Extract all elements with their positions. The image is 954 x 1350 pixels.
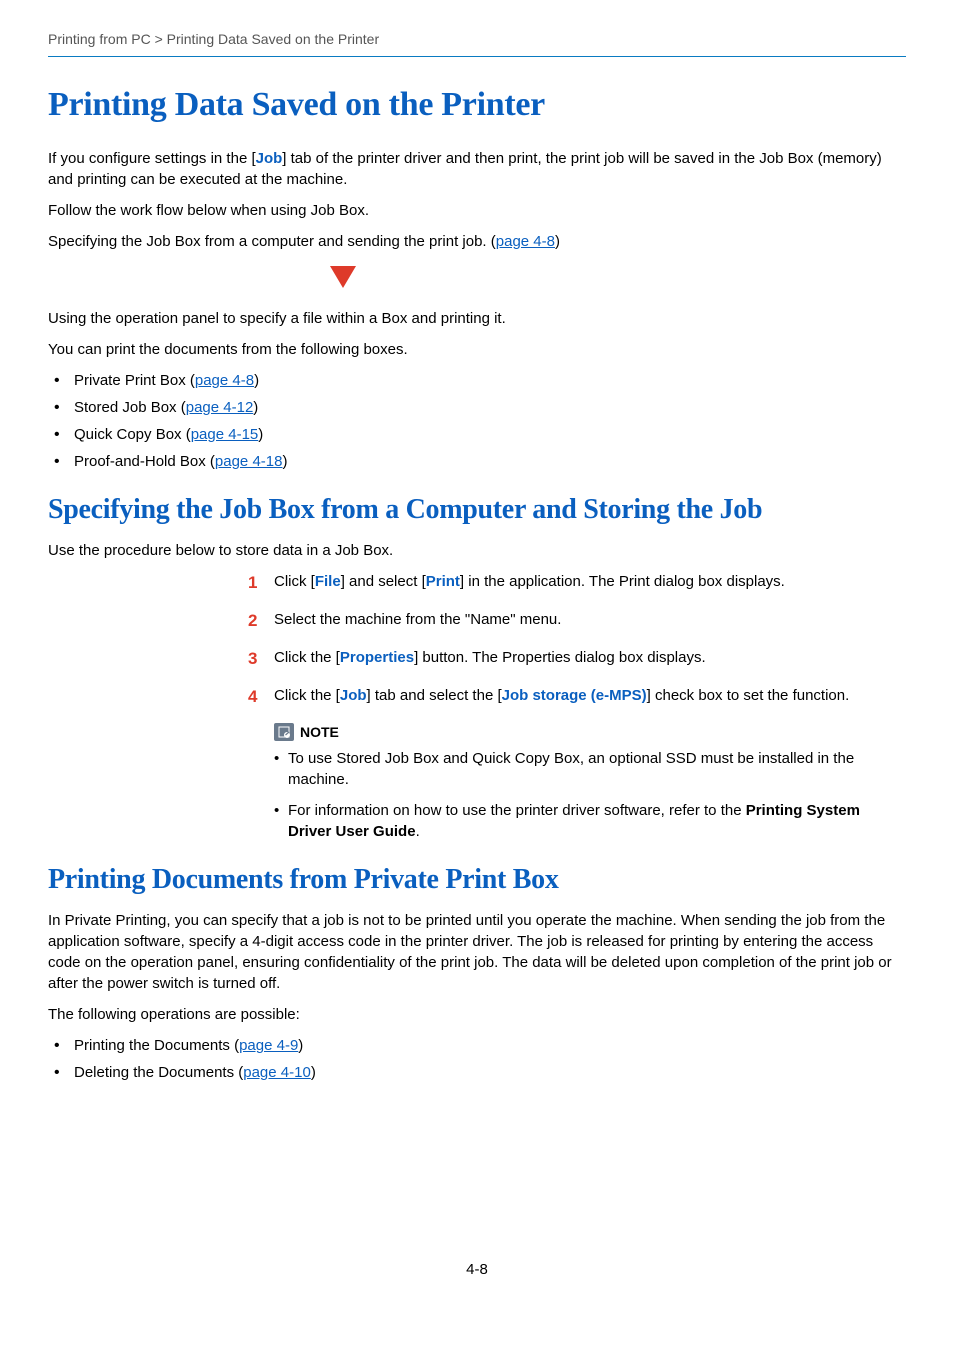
- step-number: 3: [248, 647, 274, 671]
- list-item: Deleting the Documents (page 4-10): [48, 1062, 906, 1083]
- step-number: 2: [248, 609, 274, 633]
- private-print-para: In Private Printing, you can specify tha…: [48, 910, 906, 994]
- file-label: File: [315, 573, 341, 590]
- step-2: 2 Select the machine from the "Name" men…: [248, 609, 906, 633]
- intro-para-1: If you configure settings in the [Job] t…: [48, 148, 906, 190]
- link-stored-job[interactable]: page 4-12: [186, 399, 254, 416]
- list-item: Private Print Box (page 4-8): [48, 370, 906, 391]
- page-title: Printing Data Saved on the Printer: [48, 81, 906, 129]
- intro-para-2: Follow the work flow below when using Jo…: [48, 200, 906, 221]
- link-quick-copy[interactable]: page 4-15: [191, 426, 259, 443]
- intro-para-5: You can print the documents from the fol…: [48, 339, 906, 360]
- link-private-print[interactable]: page 4-8: [195, 372, 254, 389]
- step-4: 4 Click the [Job] tab and select the [Jo…: [248, 685, 906, 709]
- list-item: Proof-and-Hold Box (page 4-18): [48, 451, 906, 472]
- list-item: Stored Job Box (page 4-12): [48, 397, 906, 418]
- job-tab-label: Job: [340, 687, 367, 704]
- section-title-private-print: Printing Documents from Private Print Bo…: [48, 864, 906, 896]
- page-number: 4-8: [48, 1259, 906, 1280]
- print-label: Print: [426, 573, 460, 590]
- step-1: 1 Click [File] and select [Print] in the…: [248, 571, 906, 595]
- note-label: NOTE: [300, 723, 339, 743]
- link-deleting-docs[interactable]: page 4-10: [243, 1064, 311, 1081]
- box-list: Private Print Box (page 4-8) Stored Job …: [48, 370, 906, 472]
- step-number: 4: [248, 685, 274, 709]
- job-label: Job: [256, 150, 283, 167]
- down-arrow-icon: [328, 264, 906, 296]
- step-3: 3 Click the [Properties] button. The Pro…: [248, 647, 906, 671]
- intro-para-4: Using the operation panel to specify a f…: [48, 308, 906, 329]
- breadcrumb: Printing from PC > Printing Data Saved o…: [48, 30, 906, 57]
- operations-list: Printing the Documents (page 4-9) Deleti…: [48, 1035, 906, 1083]
- note-item: To use Stored Job Box and Quick Copy Box…: [274, 748, 906, 790]
- note-icon: [274, 723, 294, 741]
- link-printing-docs[interactable]: page 4-9: [239, 1037, 298, 1054]
- note-box: NOTE To use Stored Job Box and Quick Cop…: [274, 723, 906, 843]
- list-item: Printing the Documents (page 4-9): [48, 1035, 906, 1056]
- list-item: Quick Copy Box (page 4-15): [48, 424, 906, 445]
- steps-list: 1 Click [File] and select [Print] in the…: [248, 571, 906, 708]
- note-item: For information on how to use the printe…: [274, 800, 906, 842]
- spec-intro: Use the procedure below to store data in…: [48, 540, 906, 561]
- private-print-ops: The following operations are possible:: [48, 1004, 906, 1025]
- properties-label: Properties: [340, 649, 414, 666]
- job-storage-label: Job storage (e-MPS): [502, 687, 647, 704]
- link-proof-hold[interactable]: page 4-18: [215, 453, 283, 470]
- intro-para-3: Specifying the Job Box from a computer a…: [48, 231, 906, 252]
- link-page-4-8[interactable]: page 4-8: [496, 233, 555, 250]
- section-title-specifying: Specifying the Job Box from a Computer a…: [48, 494, 906, 526]
- step-number: 1: [248, 571, 274, 595]
